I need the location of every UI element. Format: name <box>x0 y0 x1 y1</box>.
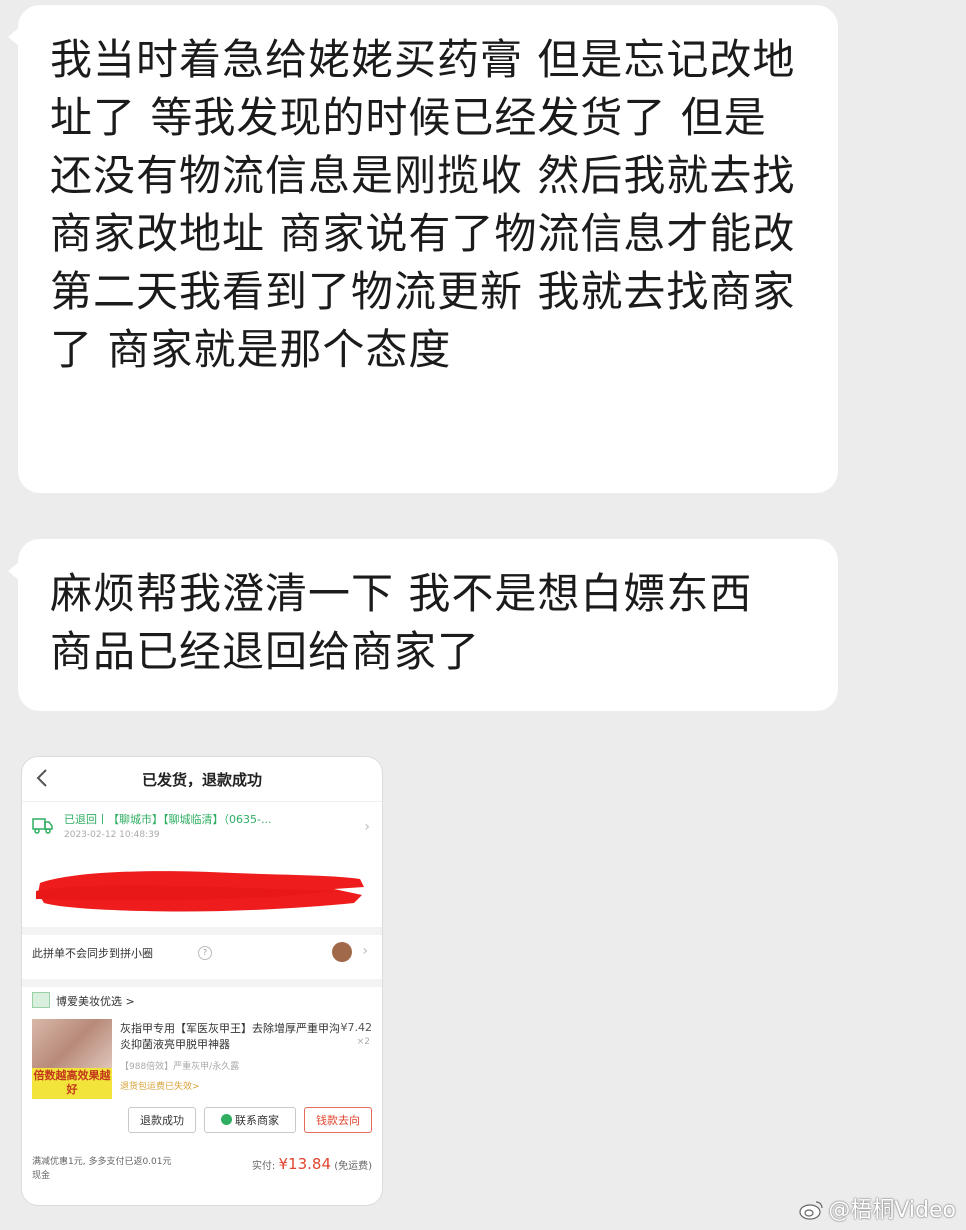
chat-icon <box>221 1114 232 1125</box>
message-text: 我当时着急给姥姥买药膏 但是忘记改地址了 等我发现的时候已经发货了 但是还没有物… <box>50 35 796 374</box>
chevron-right-icon: › <box>364 819 370 835</box>
product-photo <box>32 1019 112 1071</box>
order-header: 已发货，退款成功 <box>22 757 382 802</box>
money-flow-button[interactable]: 钱款去向 <box>304 1107 372 1133</box>
avatar <box>332 942 352 962</box>
store-logo-icon <box>32 992 50 1008</box>
product-name[interactable]: 灰指甲专用【军医灰甲王】去除增厚严重甲沟炎抑菌液亮甲脱甲神器 <box>120 1021 342 1053</box>
product-thumbnail[interactable]: 倍数越高效果越好 <box>32 1019 112 1099</box>
logistics-status: 已退回丨【聊城市】【聊城临清】（0635-... <box>64 813 272 826</box>
store-name: 博爱美妆优选 > <box>56 995 135 1008</box>
pin-notice-row[interactable]: 此拼单不会同步到拼小圈 ? › <box>32 937 372 971</box>
section-divider <box>22 979 382 987</box>
paid-note: (免运费) <box>334 1161 372 1172</box>
return-shipping-promo[interactable]: 退货包运费已失效> <box>120 1079 200 1092</box>
product-tag: 倍数越高效果越好 <box>32 1068 112 1099</box>
watermark: @梧桐Video <box>798 1192 956 1224</box>
order-status-title: 已发货，退款成功 <box>141 771 262 789</box>
section-divider <box>22 927 382 935</box>
redacted-address <box>36 871 364 912</box>
paid-label: 实付: <box>251 1161 276 1172</box>
message-bubble-1: 我当时着急给姥姥买药膏 但是忘记改地址了 等我发现的时候已经发货了 但是还没有物… <box>8 5 838 493</box>
chevron-right-icon: › <box>362 943 368 959</box>
bubble-tail <box>8 561 20 581</box>
logistics-row: 已退回丨【聊城市】【聊城临清】（0635-... 2023-02-12 10:4… <box>32 809 372 849</box>
discount-note: 满减优惠1元, 多多支付已返0.01元现金 <box>32 1157 172 1181</box>
weibo-logo-icon <box>799 1201 823 1220</box>
truck-icon <box>32 818 53 834</box>
order-screenshot-image[interactable]: 已发货，退款成功 已退回丨【聊城市】【聊城临清】（0635-... 2023-0… <box>22 757 382 1205</box>
contact-seller-label: 联系商家 <box>235 1114 279 1127</box>
bubble-tail <box>8 27 20 47</box>
message-bubble-2: 麻烦帮我澄清一下 我不是想白嫖东西 商品已经退回给商家了 <box>8 539 838 711</box>
watermark-text: @梧桐Video <box>828 1198 956 1223</box>
product-quantity: ×2 <box>356 1037 370 1047</box>
logistics-time: 2023-02-12 10:48:39 <box>64 830 160 840</box>
refund-success-button[interactable]: 退款成功 <box>128 1107 196 1133</box>
pin-notice-text: 此拼单不会同步到拼小圈 <box>32 947 153 960</box>
product-price: ¥7.42 <box>340 1021 373 1034</box>
contact-seller-button[interactable]: 联系商家 <box>204 1107 296 1133</box>
product-spec: 【988倍效】严重灰甲/永久露 <box>120 1062 240 1072</box>
message-text: 麻烦帮我澄清一下 我不是想白嫖东西 商品已经退回给商家了 <box>50 569 753 676</box>
help-icon[interactable]: ? <box>198 946 212 960</box>
paid-total: 实付: ¥13.84 (免运费) <box>252 1155 372 1173</box>
paid-amount: ¥13.84 <box>278 1155 332 1173</box>
